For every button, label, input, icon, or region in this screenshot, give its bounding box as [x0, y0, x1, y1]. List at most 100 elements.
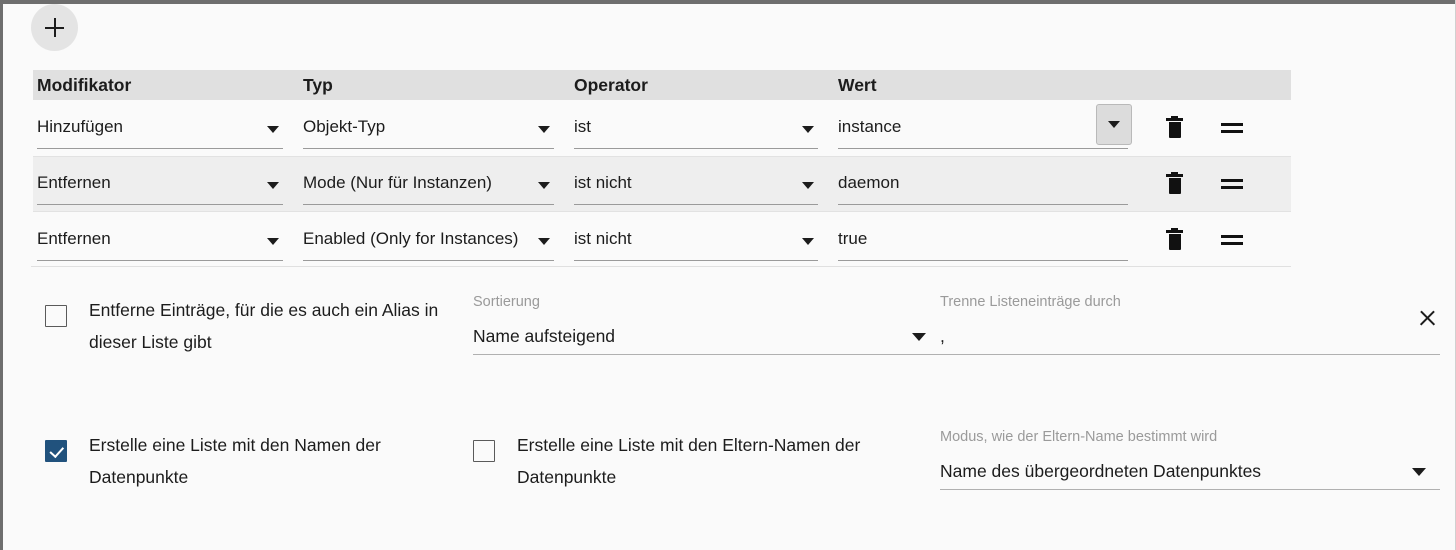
column-header-wert: Wert [838, 74, 877, 95]
chevron-down-icon [538, 181, 550, 189]
parent-mode-field-label: Modus, wie der Eltern-Name bestimmt wird [940, 429, 1218, 445]
cell-modifikator: Entfernen [33, 212, 299, 268]
chevron-down-icon [538, 125, 550, 133]
value-input-value: daemon [838, 172, 900, 192]
cell-wert: true [834, 212, 1144, 268]
table-header-row: Modifikator Typ Operator Wert [33, 70, 1291, 100]
modifier-select-value: Hinzufügen [37, 116, 124, 136]
delete-row-button[interactable] [1166, 228, 1183, 250]
value-input[interactable]: true [838, 220, 1128, 261]
operator-select[interactable]: ist nicht [574, 164, 818, 205]
table-bottom-divider [31, 266, 1291, 267]
cell-wert: daemon [834, 157, 1144, 211]
modifier-select-value: Entfernen [37, 172, 111, 192]
checkbox-remove-alias-box[interactable] [45, 305, 67, 327]
add-row-button[interactable] [31, 4, 78, 51]
separator-input[interactable]: , [940, 318, 1440, 355]
option-create-name-list-wrap: Erstelle eine Liste mit den Namen der Da… [3, 429, 473, 493]
type-select[interactable]: Mode (Nur für Instanzen) [303, 164, 554, 205]
operator-select-value: ist nicht [574, 228, 632, 248]
checkbox-create-parent-list-label: Erstelle eine Liste mit den Eltern-Namen… [517, 435, 861, 487]
checkbox-create-name-list-label: Erstelle eine Liste mit den Namen der Da… [89, 435, 381, 487]
chevron-down-icon [802, 125, 814, 133]
parent-mode-select-value: Name des übergeordneten Datenpunktes [940, 460, 1262, 481]
trash-icon [1166, 228, 1183, 250]
cell-modifikator: Hinzufügen [33, 100, 299, 156]
cell-typ: Mode (Nur für Instanzen) [299, 157, 570, 211]
cell-operator: ist nicht [570, 212, 834, 268]
row-actions [1148, 172, 1243, 194]
plus-icon [45, 18, 64, 37]
column-header-typ: Typ [303, 74, 333, 95]
checkbox-remove-alias[interactable]: Entferne Einträge, für die es auch ein A… [45, 294, 473, 358]
option-separator-wrap: Trenne Listeneinträge durch , [940, 294, 1440, 358]
checkbox-create-parent-list[interactable]: Erstelle eine Liste mit den Eltern-Namen… [473, 429, 940, 493]
clear-separator-button[interactable] [1416, 306, 1440, 330]
type-select[interactable]: Objekt-Typ [303, 108, 554, 149]
column-header-operator: Operator [574, 74, 648, 95]
separator-input-value: , [940, 325, 945, 346]
chevron-down-icon [802, 237, 814, 245]
drag-row-handle[interactable] [1221, 122, 1243, 134]
cell-actions [1144, 157, 1291, 211]
cell-operator: ist [570, 100, 834, 156]
column-header-modifikator: Modifikator [37, 74, 132, 95]
chevron-down-icon [802, 181, 814, 189]
chevron-down-icon [912, 333, 926, 341]
parent-mode-select[interactable]: Name des übergeordneten Datenpunktes [940, 453, 1440, 490]
modifier-table: Modifikator Typ Operator Wert Hinzufügen… [33, 70, 1291, 268]
trash-icon [1166, 172, 1183, 194]
drag-handle-icon [1221, 178, 1243, 190]
delete-row-button[interactable] [1166, 172, 1183, 194]
cell-modifikator: Entfernen [33, 157, 299, 211]
value-input-value: instance [838, 116, 902, 136]
cell-actions [1144, 100, 1291, 156]
value-input[interactable]: daemon [838, 164, 1128, 205]
cell-typ: Enabled (Only for Instances) [299, 212, 570, 268]
modifier-select-value: Entfernen [37, 228, 111, 248]
options-row-1: Entferne Einträge, für die es auch ein A… [3, 294, 1455, 358]
sorting-select-value: Name aufsteigend [473, 325, 616, 346]
type-select-value: Enabled (Only for Instances) [303, 228, 519, 248]
checkbox-remove-alias-label: Entferne Einträge, für die es auch ein A… [89, 300, 439, 352]
option-create-parent-list-wrap: Erstelle eine Liste mit den Eltern-Namen… [473, 429, 940, 493]
drag-handle-icon [1221, 234, 1243, 246]
checkbox-create-name-list-box[interactable] [45, 440, 67, 462]
cell-wert: instance [834, 100, 1144, 156]
modifier-select[interactable]: Entfernen [37, 220, 283, 261]
delete-row-button[interactable] [1166, 116, 1183, 138]
option-remove-alias-wrap: Entferne Einträge, für die es auch ein A… [3, 294, 473, 358]
modifier-select[interactable]: Entfernen [37, 164, 283, 205]
row-actions [1148, 116, 1243, 138]
cell-typ: Objekt-Typ [299, 100, 570, 156]
chevron-down-icon [1108, 120, 1120, 128]
checkbox-create-parent-list-box[interactable] [473, 440, 495, 462]
drag-row-handle[interactable] [1221, 178, 1243, 190]
operator-select-value: ist nicht [574, 172, 632, 192]
table-row: Hinzufügen Objekt-Typ ist instance [33, 100, 1291, 156]
option-parent-mode-wrap: Modus, wie der Eltern-Name bestimmt wird… [940, 429, 1440, 493]
drag-row-handle[interactable] [1221, 234, 1243, 246]
cell-actions [1144, 212, 1291, 268]
row-actions [1148, 228, 1243, 250]
value-dropdown-button[interactable] [1096, 103, 1132, 145]
sorting-select[interactable]: Name aufsteigend [473, 318, 940, 355]
sorting-field-label: Sortierung [473, 294, 540, 310]
operator-select-value: ist [574, 116, 591, 136]
type-select[interactable]: Enabled (Only for Instances) [303, 220, 554, 261]
chevron-down-icon [1412, 468, 1426, 476]
checkbox-create-name-list[interactable]: Erstelle eine Liste mit den Namen der Da… [45, 429, 473, 493]
operator-select[interactable]: ist [574, 108, 818, 149]
value-input[interactable]: instance [838, 103, 1132, 149]
options-row-2: Erstelle eine Liste mit den Namen der Da… [3, 429, 1455, 493]
modifier-select[interactable]: Hinzufügen [37, 108, 283, 149]
operator-select[interactable]: ist nicht [574, 220, 818, 261]
value-input-value: true [838, 228, 868, 248]
page-content: Modifikator Typ Operator Wert Hinzufügen… [3, 4, 1455, 550]
add-row-button-wrap [31, 4, 78, 51]
cell-operator: ist nicht [570, 157, 834, 211]
chevron-down-icon [267, 125, 279, 133]
chevron-down-icon [267, 237, 279, 245]
option-sorting-wrap: Sortierung Name aufsteigend [473, 294, 940, 358]
table-row: Entfernen Mode (Nur für Instanzen) ist n… [33, 156, 1291, 212]
